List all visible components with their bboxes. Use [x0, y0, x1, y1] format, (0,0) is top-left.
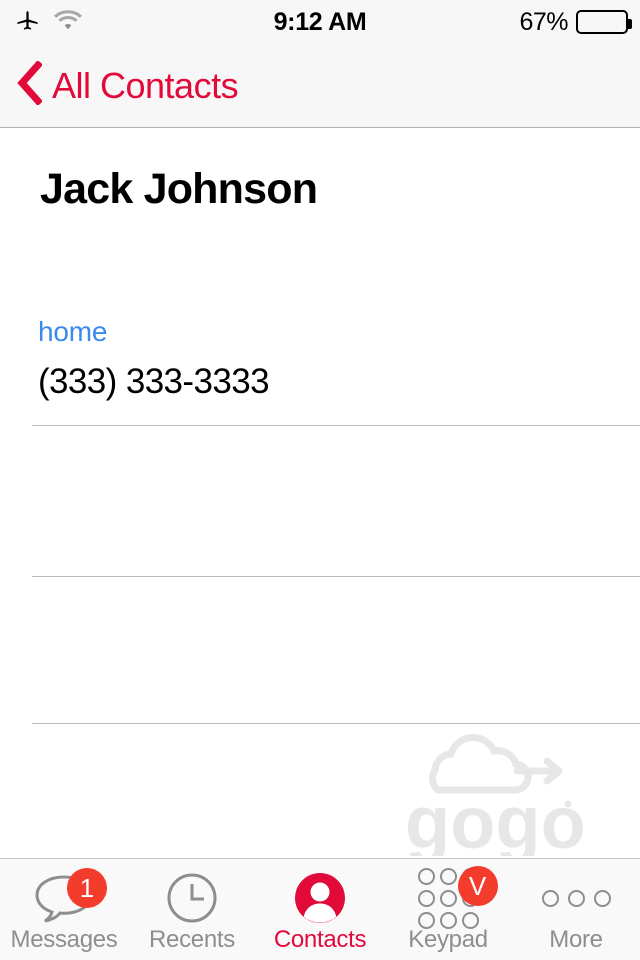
back-button-label: All Contacts [52, 64, 239, 106]
keypad-badge: V [457, 866, 498, 906]
tab-messages-label: Messages [10, 926, 118, 953]
speech-bubble-icon: 1 [33, 868, 107, 924]
chevron-left-icon [16, 60, 43, 110]
tab-more-label: More [549, 926, 603, 953]
tab-keypad[interactable]: V Keypad [384, 859, 512, 960]
tab-contacts-label: Contacts [273, 926, 367, 953]
tab-bar: 1 Messages Recents Contacts V Keypad Mor… [0, 858, 640, 960]
row-divider [32, 723, 640, 724]
tab-keypad-label: Keypad [408, 926, 488, 953]
tab-contacts[interactable]: Contacts [256, 859, 384, 960]
row-divider [32, 425, 640, 426]
clock-icon [166, 872, 218, 924]
navigation-bar: All Contacts [0, 44, 640, 128]
tab-more[interactable]: More [512, 859, 640, 960]
contact-name: Jack Johnson [40, 165, 318, 213]
row-divider [32, 576, 640, 577]
contact-detail-screen: 9:12 AM 67% All Contacts Jack Johnson ho… [0, 0, 640, 960]
tab-recents-label: Recents [149, 926, 235, 953]
keypad-grid-icon: V [417, 866, 498, 929]
contact-field-label: home [38, 316, 108, 347]
gogo-watermark: gogo [405, 726, 620, 864]
status-bar: 9:12 AM 67% [0, 0, 640, 44]
messages-badge: 1 [67, 868, 107, 908]
person-circle-icon [294, 872, 346, 924]
contact-field-home[interactable]: home (333) 333-3333 [38, 315, 270, 402]
contact-field-value[interactable]: (333) 333-3333 [38, 362, 270, 402]
battery-percent-label: 67% [519, 7, 568, 36]
battery-icon [576, 10, 632, 34]
gogo-watermark-text: gogo [405, 781, 586, 856]
back-button[interactable]: All Contacts [16, 60, 239, 110]
ellipsis-icon [541, 872, 611, 924]
tab-recents[interactable]: Recents [128, 859, 256, 960]
status-bar-right: 67% [519, 7, 632, 37]
contact-detail-content: Jack Johnson home (333) 333-3333 gogo [0, 129, 640, 864]
tab-messages[interactable]: 1 Messages [0, 859, 128, 960]
